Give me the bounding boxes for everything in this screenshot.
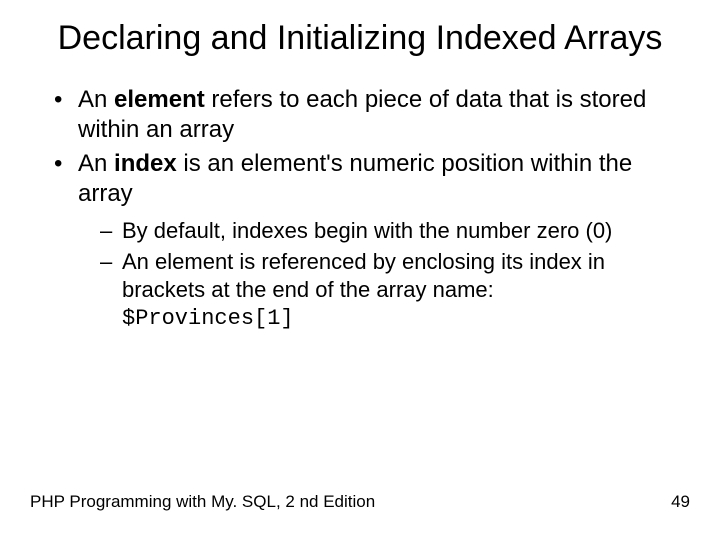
footer-source: PHP Programming with My. SQL, 2 nd Editi… [30,492,375,512]
footer: PHP Programming with My. SQL, 2 nd Editi… [30,492,690,512]
text-fragment: An [78,150,114,177]
page-number: 49 [671,492,690,512]
bullet-item-element: An element refers to each piece of data … [54,85,666,145]
sub-bullet-zero: By default, indexes begin with the numbe… [100,217,666,245]
bold-element: element [114,86,205,113]
bold-index: index [114,150,177,177]
bullet-item-index: An index is an element's numeric positio… [54,149,666,333]
text-fragment: An element is referenced by enclosing it… [122,249,605,302]
slide-title: Declaring and Initializing Indexed Array… [30,18,690,59]
bullet-list: An element refers to each piece of data … [30,85,666,333]
text-fragment: An [78,86,114,113]
sub-bullet-reference: An element is referenced by enclosing it… [100,248,666,333]
code-example: $Provinces[1] [122,306,294,331]
slide: Declaring and Initializing Indexed Array… [0,0,720,540]
sub-bullet-list: By default, indexes begin with the numbe… [78,217,666,333]
